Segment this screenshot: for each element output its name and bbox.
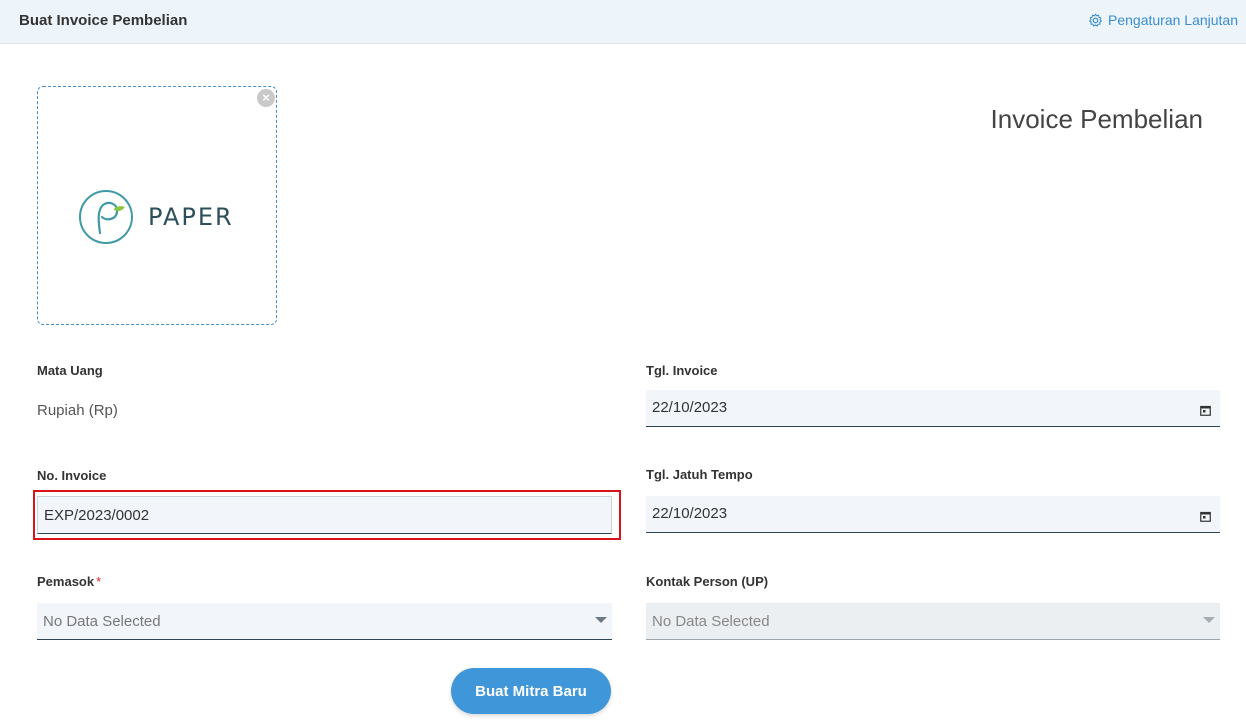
invoice-number-label: No. Invoice (37, 468, 107, 483)
contact-person-placeholder: No Data Selected (652, 613, 770, 630)
due-date-field[interactable]: 22/10/2023 (646, 496, 1220, 533)
invoice-number-input[interactable] (37, 496, 612, 534)
page-title: Buat Invoice Pembelian (19, 12, 188, 29)
due-date-value: 22/10/2023 (652, 505, 728, 522)
contact-person-label: Kontak Person (UP) (646, 574, 769, 589)
top-bar: Buat Invoice Pembelian Pengaturan Lanjut… (0, 0, 1246, 44)
contact-person-select: No Data Selected (646, 603, 1220, 640)
supplier-label: Pemasok * (37, 574, 101, 589)
due-date-label: Tgl. Jatuh Tempo (646, 467, 753, 482)
invoice-date-label: Tgl. Invoice (646, 363, 718, 378)
paper-logo-icon (79, 190, 133, 244)
caret-down-icon (595, 617, 607, 623)
caret-down-icon (1203, 617, 1215, 623)
invoice-date-value: 22/10/2023 (652, 399, 728, 416)
gear-icon (1089, 13, 1102, 27)
new-partner-button[interactable]: Buat Mitra Baru (451, 668, 611, 714)
invoice-date-field[interactable]: 22/10/2023 (646, 390, 1220, 427)
currency-label: Mata Uang (37, 363, 103, 378)
supplier-label-text: Pemasok (37, 574, 95, 589)
logo-upload-area[interactable]: × PAPER (37, 86, 277, 325)
company-logo: PAPER (78, 189, 234, 245)
currency-value: Rupiah (Rp) (37, 402, 118, 419)
close-icon[interactable]: × (257, 89, 275, 107)
calendar-icon[interactable] (1200, 511, 1211, 522)
required-mark: * (96, 574, 102, 589)
advanced-settings-label: Pengaturan Lanjutan (1108, 12, 1238, 28)
supplier-placeholder: No Data Selected (43, 613, 161, 630)
supplier-select[interactable]: No Data Selected (37, 603, 612, 640)
logo-text: PAPER (148, 203, 234, 231)
advanced-settings-link[interactable]: Pengaturan Lanjutan (1088, 12, 1238, 28)
document-title: Invoice Pembelian (990, 104, 1203, 134)
calendar-icon[interactable] (1200, 405, 1211, 416)
